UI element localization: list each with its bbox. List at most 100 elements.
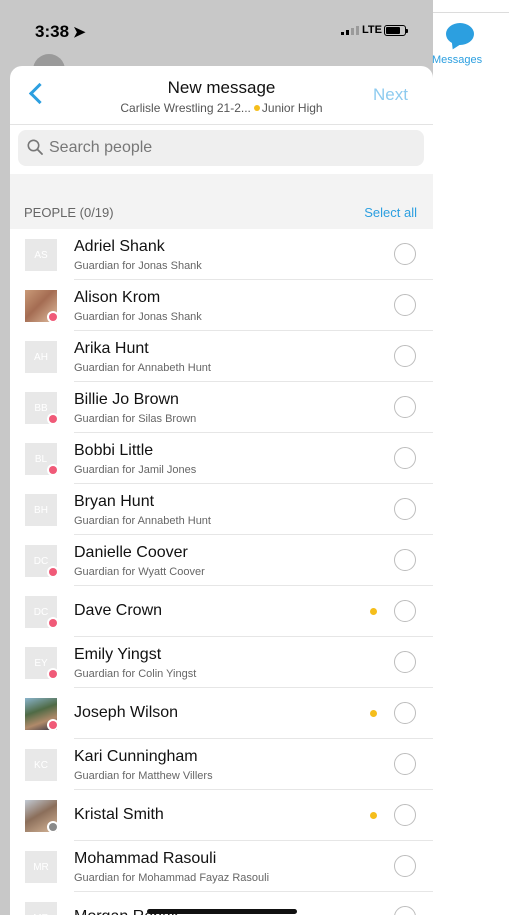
- avatar-initials: KC: [34, 759, 48, 771]
- avatar: AH: [25, 341, 57, 373]
- status-badge-icon: [47, 668, 59, 680]
- select-checkbox[interactable]: [394, 345, 416, 367]
- person-role: Guardian for Matthew Villers: [74, 770, 213, 782]
- people-section-header: PEOPLE (0/19) Select all: [10, 194, 433, 229]
- avatar: MR: [25, 902, 57, 915]
- select-checkbox[interactable]: [394, 753, 416, 775]
- list-item[interactable]: Kristal Smith: [10, 790, 433, 841]
- sheet-header: New message Carlisle Wrestling 21-2... Ju…: [10, 66, 433, 125]
- list-item[interactable]: AH Arika Hunt Guardian for Annabeth Hunt: [10, 331, 433, 382]
- people-list: AS Adriel Shank Guardian for Jonas Shank Al…: [10, 229, 433, 915]
- avatar-initials: DC: [33, 555, 49, 567]
- avatar: KC: [25, 749, 57, 781]
- presence-dot-icon: [370, 710, 377, 717]
- presence-dot-icon: [370, 608, 377, 615]
- network-type: LTE: [362, 24, 382, 36]
- select-checkbox[interactable]: [394, 855, 416, 877]
- select-checkbox[interactable]: [394, 600, 416, 622]
- list-item[interactable]: DC Dave Crown: [10, 586, 433, 637]
- search-bar: [10, 125, 433, 175]
- list-item[interactable]: DC Danielle Coover Guardian for Wyatt Coov…: [10, 535, 433, 586]
- person-name: Mohammad Rasouli: [74, 850, 217, 867]
- list-item[interactable]: BB Billie Jo Brown Guardian for Silas Brow…: [10, 382, 433, 433]
- avatar-initials: BH: [34, 504, 48, 516]
- status-badge-icon: [47, 413, 59, 425]
- avatar-initials: BB: [34, 402, 48, 414]
- status-badge-icon: [47, 464, 59, 476]
- person-role: Guardian for Silas Brown: [74, 413, 197, 425]
- select-checkbox[interactable]: [394, 447, 416, 469]
- person-name: Adriel Shank: [74, 238, 165, 255]
- team-name: Carlisle Wrestling 21-2...: [120, 101, 251, 115]
- new-message-sheet: New message Carlisle Wrestling 21-2... Ju…: [10, 66, 433, 915]
- list-item[interactable]: KC Kari Cunningham Guardian for Matthew Vi…: [10, 739, 433, 790]
- group-dot-icon: [253, 104, 260, 111]
- list-item[interactable]: AS Adriel Shank Guardian for Jonas Shank: [10, 229, 433, 280]
- search-input[interactable]: [18, 130, 424, 166]
- list-item[interactable]: MR Mohammad Rasouli Guardian for Mohammad …: [10, 841, 433, 892]
- avatar: BH: [25, 494, 57, 526]
- person-name: Emily Yingst: [74, 646, 162, 663]
- divider: [433, 12, 509, 13]
- person-name: Billie Jo Brown: [74, 391, 179, 408]
- avatar-initials: AS: [34, 249, 48, 261]
- person-role: Guardian for Annabeth Hunt: [74, 515, 211, 527]
- messages-label[interactable]: Messages: [432, 54, 482, 66]
- person-name: Alison Krom: [74, 289, 161, 306]
- select-checkbox[interactable]: [394, 243, 416, 265]
- signal-icon: [341, 26, 359, 35]
- select-checkbox[interactable]: [394, 396, 416, 418]
- status-bar: 3:38 ➤ LTE: [0, 0, 433, 66]
- avatar: MR: [25, 851, 57, 883]
- person-name: Joseph Wilson: [74, 704, 179, 721]
- person-role: Guardian for Mohammad Fayaz Rasouli: [74, 872, 270, 884]
- people-count-label: PEOPLE (0/19): [24, 205, 114, 220]
- select-checkbox[interactable]: [394, 549, 416, 571]
- list-item[interactable]: BL Bobbi Little Guardian for Jamil Jones: [10, 433, 433, 484]
- person-role: Guardian for Jamil Jones: [74, 464, 197, 476]
- side-panel: [433, 0, 509, 915]
- person-name: Bryan Hunt: [74, 493, 155, 510]
- person-role: Guardian for Jonas Shank: [74, 260, 202, 272]
- person-name: Bobbi Little: [74, 442, 154, 459]
- person-name: Arika Hunt: [74, 340, 149, 357]
- select-checkbox[interactable]: [394, 498, 416, 520]
- person-role: Guardian for Wyatt Coover: [74, 566, 205, 578]
- chat-bubble-icon[interactable]: [446, 23, 474, 45]
- select-checkbox[interactable]: [394, 294, 416, 316]
- person-name: Kari Cunningham: [74, 748, 198, 765]
- location-arrow-icon: ➤: [73, 24, 86, 41]
- person-name: Dave Crown: [74, 602, 163, 619]
- select-checkbox[interactable]: [394, 804, 416, 826]
- battery-icon: [384, 25, 408, 36]
- list-item[interactable]: Joseph Wilson: [10, 688, 433, 739]
- select-checkbox[interactable]: [394, 906, 416, 915]
- avatar-initials: DC: [33, 606, 49, 618]
- status-badge-icon: [47, 311, 59, 323]
- avatar-initials: AH: [34, 351, 48, 363]
- status-badge-icon: [47, 719, 59, 731]
- time-text: 3:38: [35, 22, 70, 41]
- avatar: AS: [25, 239, 57, 271]
- person-role: Guardian for Annabeth Hunt: [74, 362, 211, 374]
- list-item[interactable]: BH Bryan Hunt Guardian for Annabeth Hunt: [10, 484, 433, 535]
- status-badge-icon: [47, 821, 59, 833]
- person-role: Guardian for Colin Yingst: [74, 668, 197, 680]
- list-item[interactable]: EY Emily Yingst Guardian for Colin Yingst: [10, 637, 433, 688]
- select-checkbox[interactable]: [394, 702, 416, 724]
- person-name: Danielle Coover: [74, 544, 188, 561]
- person-name: Kristal Smith: [74, 806, 164, 823]
- section-gap: [10, 174, 433, 194]
- group-name: Junior High: [261, 101, 323, 115]
- page-title: New message: [167, 78, 276, 97]
- page-subtitle: Carlisle Wrestling 21-2... Junior High: [10, 101, 433, 115]
- presence-dot-icon: [370, 812, 377, 819]
- avatar-initials: BL: [34, 453, 48, 465]
- select-all-button[interactable]: Select all: [364, 205, 417, 220]
- home-indicator: [147, 909, 297, 914]
- status-badge-icon: [47, 566, 59, 578]
- select-checkbox[interactable]: [394, 651, 416, 673]
- list-item[interactable]: Alison Krom Guardian for Jonas Shank: [10, 280, 433, 331]
- next-button[interactable]: Next: [373, 85, 408, 105]
- status-time: 3:38 ➤: [35, 22, 86, 42]
